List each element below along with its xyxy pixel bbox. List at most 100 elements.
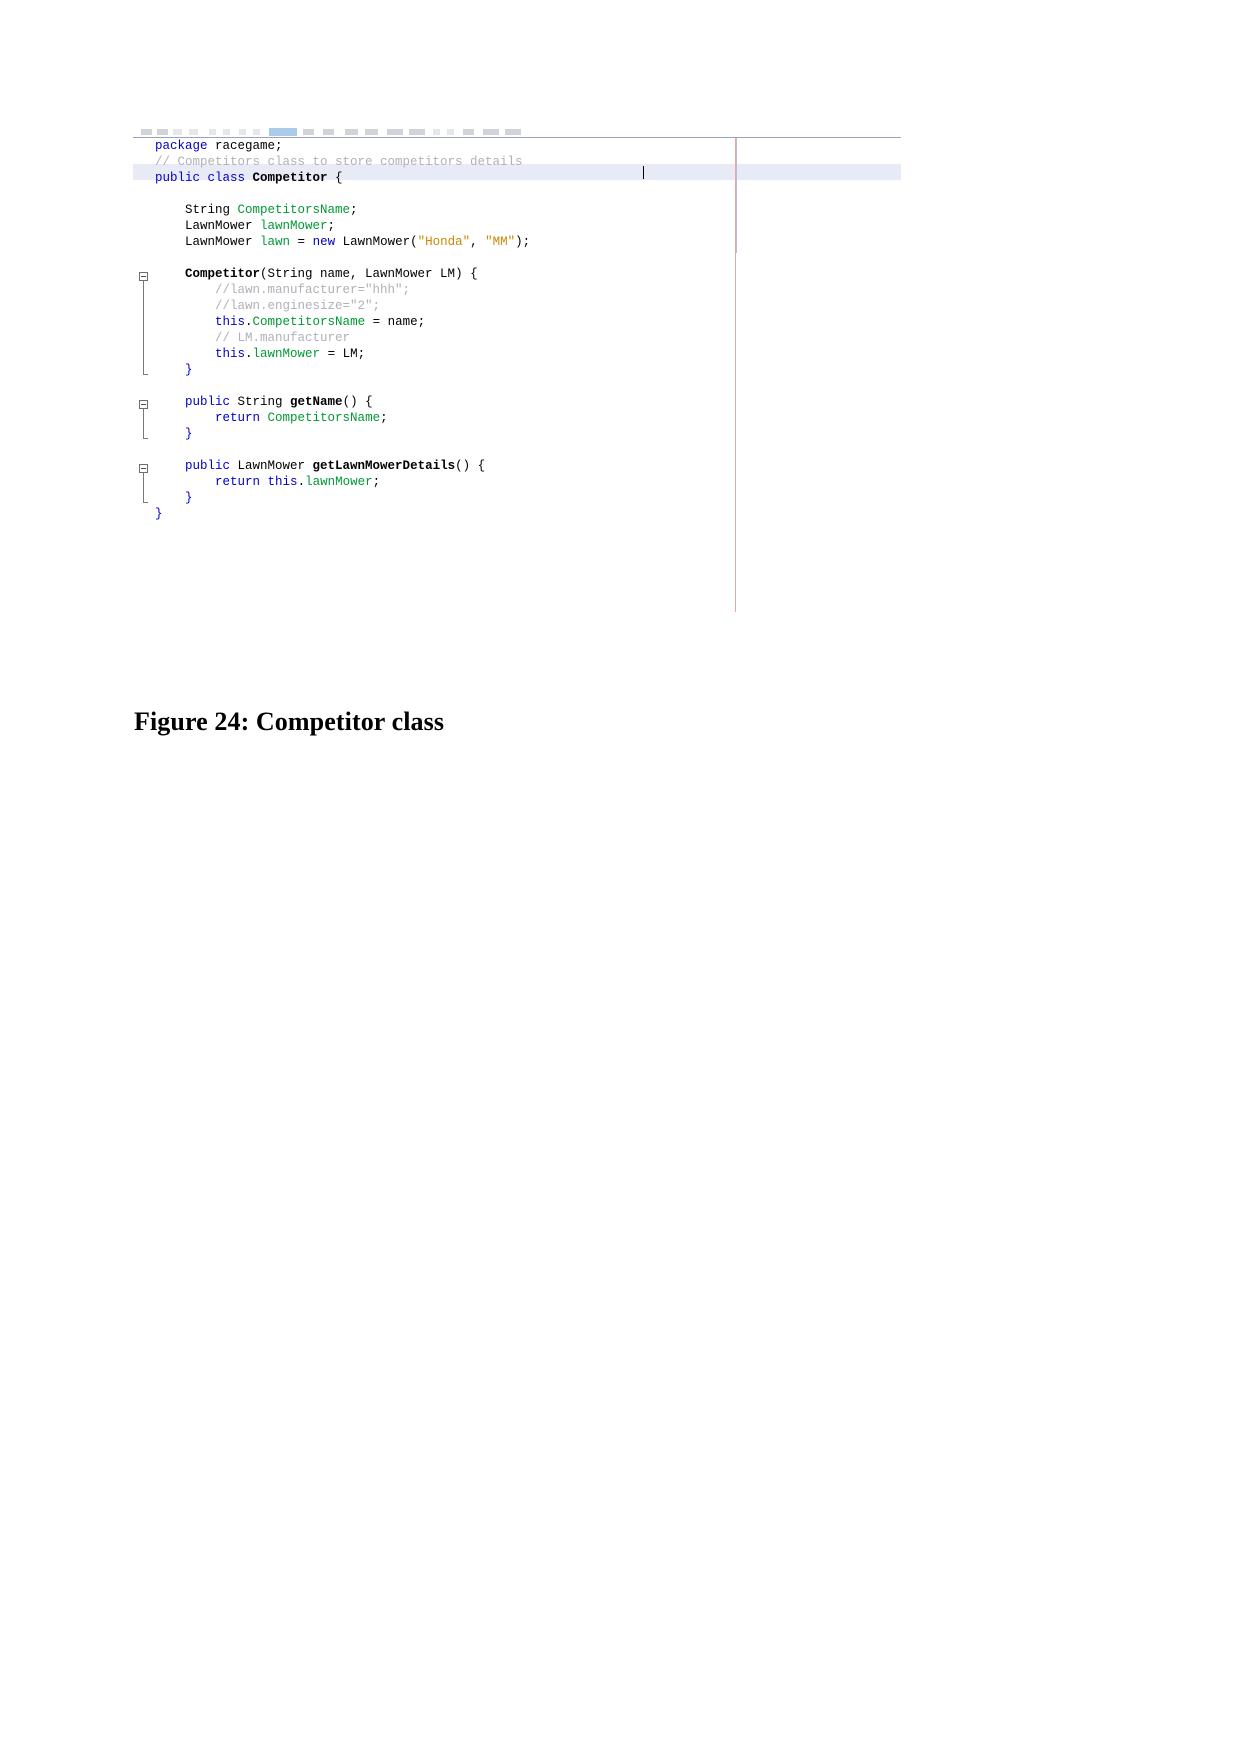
code-token-pln: LawnMower <box>155 235 261 249</box>
code-line[interactable] <box>155 186 901 202</box>
code-line[interactable] <box>155 250 901 266</box>
toolbar-icon-open[interactable] <box>157 129 168 135</box>
code-token-fld: lawn <box>260 235 291 249</box>
code-line[interactable]: public LawnMower getLawnMowerDetails() { <box>155 458 901 474</box>
code-token-pln: . <box>245 347 253 361</box>
toolbar-icon-redo[interactable] <box>223 129 230 135</box>
code-token-fld: lawnMower <box>305 475 373 489</box>
code-token-pln: . <box>297 475 306 489</box>
code-line[interactable]: Competitor(String name, LawnMower LM) { <box>155 266 901 282</box>
code-fold-gutter[interactable] <box>133 138 155 612</box>
code-token-cmt: // LM.manufacturer <box>155 331 351 345</box>
code-line[interactable]: } <box>155 490 901 506</box>
code-token-kw: } <box>155 507 163 521</box>
code-token-pln <box>155 315 215 329</box>
code-token-kw: return <box>215 411 261 425</box>
code-line[interactable]: } <box>155 362 901 378</box>
code-token-kw: } <box>155 427 193 441</box>
code-token-pln: String <box>155 203 238 217</box>
code-token-str: "MM" <box>485 235 516 249</box>
code-token-pln <box>155 347 215 361</box>
code-line[interactable]: } <box>155 506 901 522</box>
toolbar-icon-save[interactable] <box>173 129 182 135</box>
figure-caption: Figure 24: Competitor class <box>134 707 445 736</box>
toolbar-icon-debug[interactable] <box>365 129 378 135</box>
toolbar-icon-copy[interactable] <box>253 129 260 135</box>
code-token-kw: this <box>215 347 246 361</box>
code-token-bld: Competitor <box>252 171 328 185</box>
toolbar-icon-clean-build[interactable] <box>323 129 334 135</box>
toolbar-icon-step-out[interactable] <box>463 129 474 135</box>
toolbar-icon-build[interactable] <box>303 129 314 135</box>
code-token-pln: ; <box>372 475 381 489</box>
ide-toolbar[interactable] <box>133 128 901 137</box>
code-token-str: "Honda" <box>417 235 471 249</box>
code-token-pln: String <box>230 395 291 409</box>
code-token-pln: () { <box>342 395 373 409</box>
toolbar-icon-step-into[interactable] <box>447 129 454 135</box>
code-line[interactable] <box>155 378 901 394</box>
code-line[interactable]: return this.lawnMower; <box>155 474 901 490</box>
code-token-pln <box>155 459 185 473</box>
code-token-pln: , <box>470 235 486 249</box>
code-token-kw: return <box>215 475 261 489</box>
code-token-pln: ); <box>515 235 531 249</box>
code-line[interactable] <box>155 442 901 458</box>
text-caret <box>643 166 644 179</box>
code-token-pln <box>260 411 268 425</box>
code-token-fld: lawnMower <box>252 347 321 361</box>
code-token-pln <box>155 395 185 409</box>
code-line[interactable]: package racegame; <box>155 138 901 154</box>
code-line[interactable]: //lawn.manufacturer="hhh"; <box>155 282 901 298</box>
code-token-bld: getName <box>290 395 343 409</box>
code-token-cmt: // Competitors class to store competitor… <box>155 155 523 169</box>
toolbar-icon-new[interactable] <box>141 129 152 135</box>
toolbar-icon-save-all[interactable] <box>189 129 198 135</box>
fold-get-name-range-line <box>143 409 148 439</box>
toolbar-icon-run[interactable] <box>345 129 358 135</box>
code-line[interactable]: this.CompetitorsName = name; <box>155 314 901 330</box>
code-line[interactable]: String CompetitorsName; <box>155 202 901 218</box>
code-token-pln: = name; <box>365 315 426 329</box>
code-token-pln: = LM; <box>320 347 366 361</box>
code-token-pln: racegame; <box>207 139 283 153</box>
code-token-fld: CompetitorsName <box>237 203 351 217</box>
code-token-bld: Competitor <box>185 267 261 281</box>
code-token-cmt: //lawn.enginesize="2"; <box>155 299 381 313</box>
toolbar-icon-profile[interactable] <box>387 129 403 135</box>
toolbar-icon-step-over[interactable] <box>433 129 440 135</box>
toolbar-configuration[interactable] <box>269 128 297 136</box>
fold-constructor-toggle[interactable] <box>139 272 148 281</box>
code-line[interactable]: // Competitors class to store competitor… <box>155 154 901 170</box>
code-token-pln: = <box>290 235 313 249</box>
code-token-pln: () { <box>455 459 486 473</box>
fold-get-mower-toggle[interactable] <box>139 464 148 473</box>
code-token-pln: LawnMower <box>155 219 261 233</box>
toolbar-icon-undo[interactable] <box>209 129 216 135</box>
code-token-kw: public <box>185 459 231 473</box>
code-editor-surface[interactable]: package racegame;// Competitors class to… <box>133 138 901 612</box>
code-line[interactable]: LawnMower lawnMower; <box>155 218 901 234</box>
code-line[interactable]: // LM.manufacturer <box>155 330 901 346</box>
code-token-bld: getLawnMowerDetails <box>312 459 456 473</box>
code-line[interactable]: //lawn.enginesize="2"; <box>155 298 901 314</box>
code-line[interactable]: this.lawnMower = LM; <box>155 346 901 362</box>
source-code-text[interactable]: package racegame;// Competitors class to… <box>155 138 901 522</box>
code-token-kw: package <box>155 139 208 153</box>
code-token-pln: LawnMower( <box>335 235 418 249</box>
code-token-pln: { <box>327 171 343 185</box>
code-line[interactable]: LawnMower lawn = new LawnMower("Honda", … <box>155 234 901 250</box>
code-token-fld: lawnMower <box>260 219 328 233</box>
code-line[interactable]: } <box>155 426 901 442</box>
code-line[interactable]: public String getName() { <box>155 394 901 410</box>
code-token-pln: ; <box>327 219 336 233</box>
code-token-kw: this <box>267 475 298 489</box>
code-line[interactable]: return CompetitorsName; <box>155 410 901 426</box>
fold-constructor-range-line <box>143 281 148 375</box>
toolbar-icon-heap[interactable] <box>483 129 499 135</box>
toolbar-icon-finish[interactable] <box>505 129 521 135</box>
toolbar-icon-cut[interactable] <box>239 129 246 135</box>
fold-get-name-toggle[interactable] <box>139 400 148 409</box>
code-line[interactable]: public class Competitor { <box>155 170 901 186</box>
toolbar-icon-pause[interactable] <box>409 129 425 135</box>
